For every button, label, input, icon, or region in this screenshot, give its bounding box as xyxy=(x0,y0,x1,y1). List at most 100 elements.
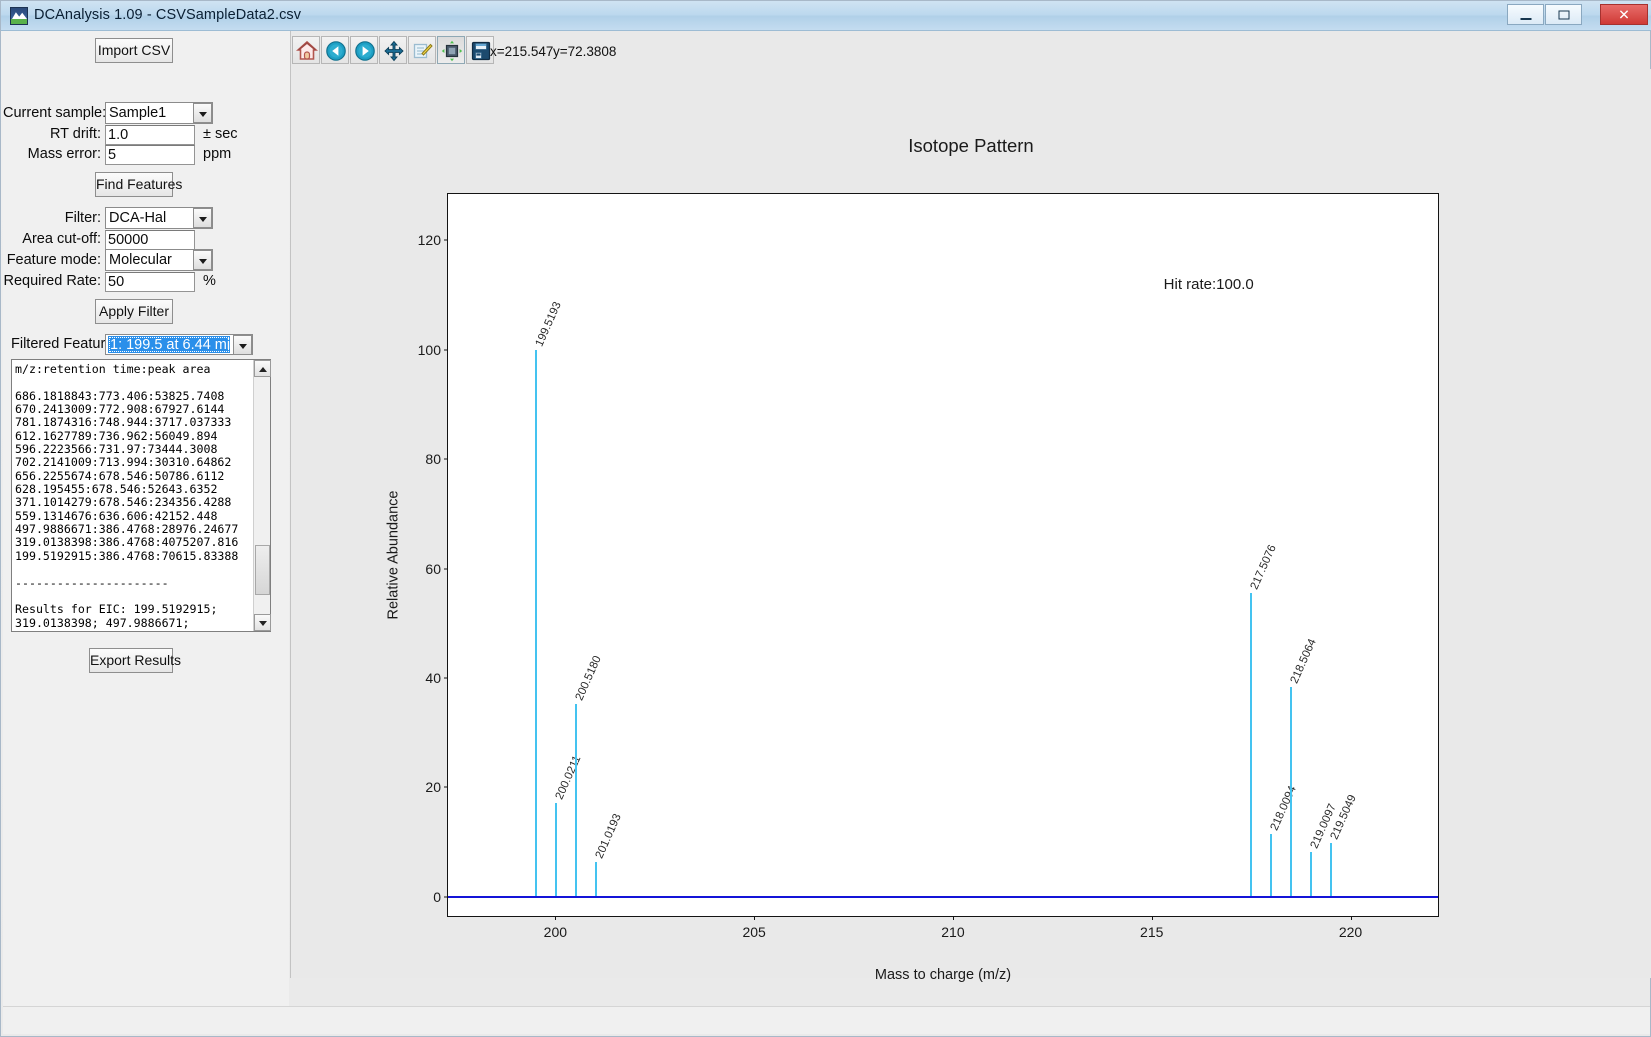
mass-error-unit: ppm xyxy=(203,146,232,162)
filtered-features-value: 1: 199.5 at 6.44 min xyxy=(108,336,230,353)
figure-canvas[interactable]: Isotope Pattern Relative Abundance Mass … xyxy=(291,69,1651,983)
y-axis-tick-mark xyxy=(444,349,448,351)
chevron-down-icon[interactable] xyxy=(233,335,252,355)
back-arrow-icon xyxy=(326,41,346,61)
current-sample-value: Sample1 xyxy=(109,105,167,121)
results-scrollbar[interactable] xyxy=(253,360,271,631)
close-icon: ✕ xyxy=(1618,6,1630,22)
rt-drift-unit: ± sec xyxy=(203,126,238,142)
app-mountain-chart-icon xyxy=(10,7,28,25)
y-axis-tick-mark xyxy=(444,896,448,898)
peak-label: 200.5180 xyxy=(573,653,604,703)
window-title: DCAnalysis 1.09 - CSVSampleData2.csv xyxy=(34,7,302,23)
apply-filter-button[interactable]: Apply Filter xyxy=(95,299,173,324)
zoom-rect-button[interactable] xyxy=(408,36,436,64)
current-sample-combo[interactable]: Sample1 xyxy=(105,102,213,124)
y-axis-tick-mark xyxy=(444,568,448,570)
spectrum-peak xyxy=(1270,833,1273,897)
x-axis-tick-mark xyxy=(1350,916,1352,920)
x-axis-tick-label: 200 xyxy=(543,924,568,940)
home-button[interactable] xyxy=(292,36,320,64)
peak-label: 217.5076 xyxy=(1248,543,1280,592)
matplotlib-toolbar: x=215.547 y=72.3808 xyxy=(291,31,1651,69)
scrollbar-thumb[interactable] xyxy=(255,545,270,595)
peak-label: 218.0094 xyxy=(1268,784,1300,833)
peak-label: 218.5064 xyxy=(1288,636,1319,686)
area-cutoff-input[interactable]: 50000 xyxy=(105,230,195,250)
rt-drift-label: RT drift: xyxy=(49,126,101,142)
y-axis-tick-mark xyxy=(444,458,448,460)
plot-panel: x=215.547 y=72.3808 Isotope Pattern Rela… xyxy=(290,31,1651,983)
x-axis-tick-label: 210 xyxy=(941,924,965,940)
required-rate-label: Required Rate: xyxy=(3,273,101,289)
feature-mode-value: Molecular xyxy=(109,252,172,268)
filtered-features-label: Filtered Features: xyxy=(11,336,125,352)
x-axis-tick-mark xyxy=(754,916,756,920)
status-bar xyxy=(3,1006,1650,1034)
peak-label: 200.0211 xyxy=(553,754,584,802)
home-icon xyxy=(296,40,318,60)
back-button[interactable] xyxy=(321,36,349,64)
x-axis-tick-mark xyxy=(952,916,954,920)
minimize-button[interactable] xyxy=(1507,4,1544,25)
y-axis-tick-mark xyxy=(444,239,448,241)
mass-error-label: Mass error: xyxy=(27,146,101,162)
find-features-button[interactable]: Find Features xyxy=(95,172,182,197)
cursor-y-readout: y=72.3808 xyxy=(553,44,617,59)
area-cutoff-label: Area cut-off: xyxy=(22,231,101,247)
hit-rate-annotation: Hit rate:100.0 xyxy=(1163,276,1254,294)
required-rate-input[interactable]: 50 xyxy=(105,272,195,292)
application-window: DCAnalysis 1.09 - CSVSampleData2.csv ✕ I… xyxy=(0,0,1651,1037)
spectrum-peak xyxy=(594,862,597,897)
y-axis-tick-label: 20 xyxy=(425,779,441,796)
save-floppy-icon xyxy=(471,41,491,61)
x-axis-tick-label: 205 xyxy=(742,924,766,940)
chevron-down-icon[interactable] xyxy=(193,250,212,270)
y-axis-tick-label: 40 xyxy=(425,670,441,687)
filter-combo[interactable]: DCA-Hal xyxy=(105,207,213,229)
filtered-features-combo[interactable]: 1: 199.5 at 6.44 min xyxy=(105,334,253,355)
baseline-trace xyxy=(448,895,1438,898)
rt-drift-input[interactable]: 1.0 xyxy=(105,125,195,145)
chevron-down-icon[interactable] xyxy=(193,103,212,123)
maximize-icon xyxy=(1558,10,1569,19)
y-axis-tick-label: 120 xyxy=(417,232,441,249)
feature-mode-combo[interactable]: Molecular xyxy=(105,249,213,271)
y-axis-tick-label: 80 xyxy=(425,451,441,468)
scroll-down-arrow-icon[interactable] xyxy=(254,614,271,631)
spectrum-peak xyxy=(1290,686,1293,897)
close-button[interactable]: ✕ xyxy=(1600,4,1648,25)
pan-move-icon xyxy=(384,40,404,62)
forward-arrow-icon xyxy=(355,41,375,61)
pan-button[interactable] xyxy=(379,36,407,64)
peak-label: 201.0193 xyxy=(593,812,624,861)
spectrum-peak xyxy=(1250,593,1253,897)
results-textarea-container: m/z:retention time:peak area 686.1818843… xyxy=(11,359,271,632)
y-axis-tick-mark xyxy=(444,786,448,788)
y-axis-tick-label: 60 xyxy=(425,560,441,577)
title-bar: DCAnalysis 1.09 - CSVSampleData2.csv ✕ xyxy=(1,1,1651,31)
plot-axes[interactable]: 199.5193 200.0211 200.5180 201.0193 217.5076… xyxy=(418,193,1439,940)
x-axis-label: Mass to charge (m/z) xyxy=(874,967,1012,983)
mass-error-input[interactable]: 5 xyxy=(105,145,195,165)
scroll-up-arrow-icon[interactable] xyxy=(254,360,271,377)
configure-subplots-button[interactable] xyxy=(437,36,465,64)
y-axis-tick-mark xyxy=(444,677,448,679)
export-results-button[interactable]: Export Results xyxy=(89,648,181,673)
x-axis-tick-mark xyxy=(1151,916,1153,920)
forward-button[interactable] xyxy=(350,36,378,64)
maximize-button[interactable] xyxy=(1545,4,1582,25)
control-panel: Import CSV Current sample: Sample1 RT dr… xyxy=(3,31,289,1006)
configure-subplots-icon xyxy=(441,40,463,62)
x-axis-tick-mark xyxy=(555,916,557,920)
chevron-down-icon[interactable] xyxy=(193,208,212,228)
required-rate-unit: % xyxy=(203,273,216,289)
spectrum-peak xyxy=(555,803,558,897)
y-axis-tick-label: 100 xyxy=(417,341,441,358)
feature-mode-label: Feature mode: xyxy=(6,252,101,268)
current-sample-label: Current sample: xyxy=(3,105,107,121)
import-csv-button[interactable]: Import CSV xyxy=(95,38,173,63)
results-textarea[interactable]: m/z:retention time:peak area 686.1818843… xyxy=(15,363,247,629)
spectrum-peak xyxy=(1329,843,1332,897)
minimize-icon xyxy=(1520,17,1531,20)
